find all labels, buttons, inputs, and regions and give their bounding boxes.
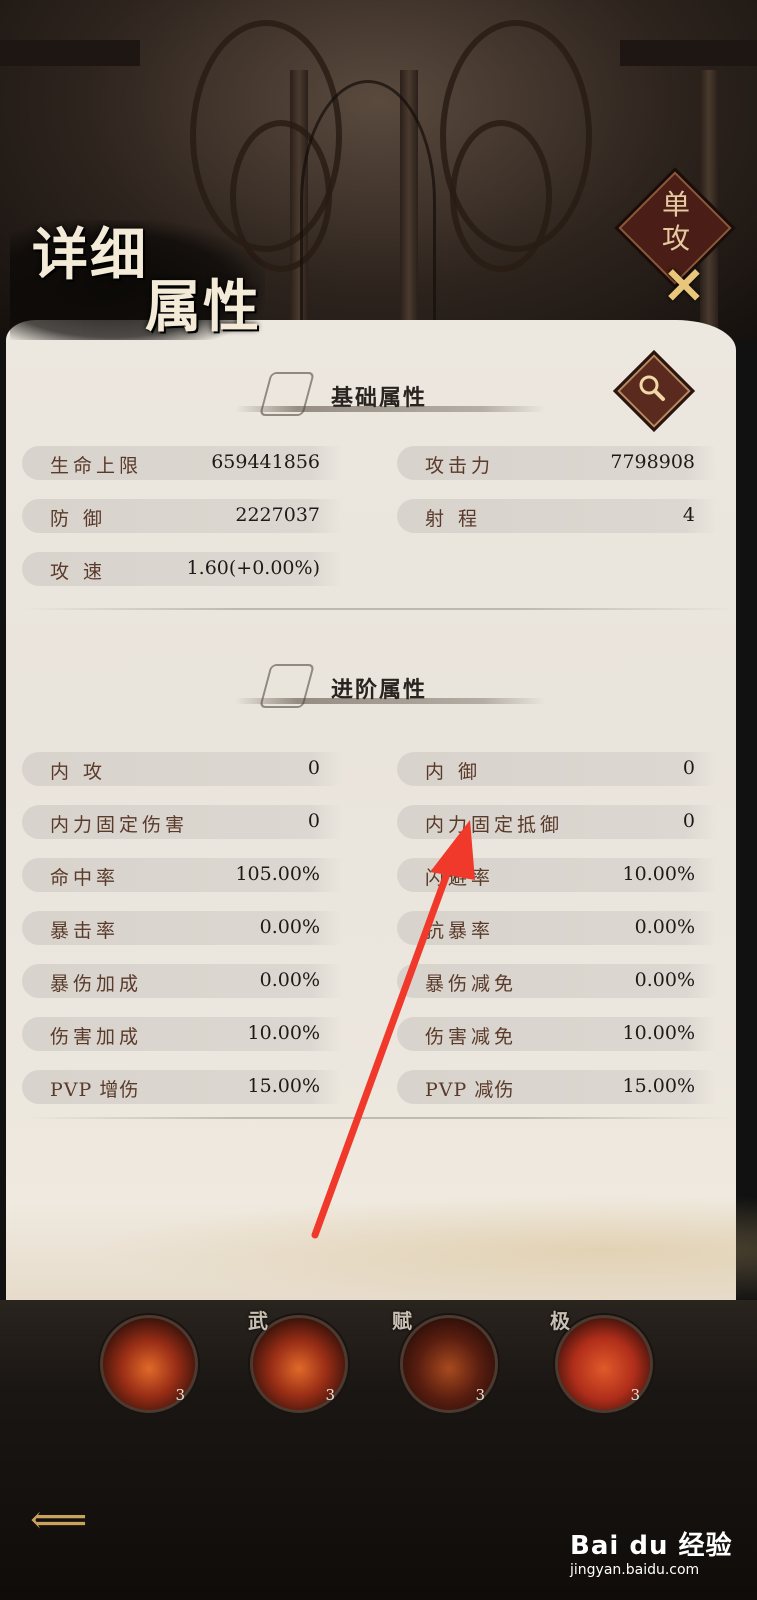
stat-label: 暴伤加成 [50, 973, 143, 995]
stat-row: 命中率 105.00% [22, 858, 342, 892]
stat-row: 内 御 0 [397, 752, 717, 786]
stat-row: 暴击率 0.00% [22, 911, 342, 945]
stat-value: 15.00% [622, 1075, 695, 1097]
stat-value: 4 [682, 504, 695, 526]
back-arrow-icon[interactable]: ⟸ [30, 1500, 90, 1540]
title-line-2: 属性 [145, 274, 261, 340]
stat-value: 10.00% [622, 863, 695, 885]
stat-row: 闪避率 10.00% [397, 858, 717, 892]
stat-label: 攻击力 [425, 455, 495, 477]
title-line-1: 详细 [32, 222, 148, 288]
stat-row: 暴伤加成 0.00% [22, 964, 342, 998]
stat-value: 0.00% [634, 969, 695, 991]
skill-tag: 武 [248, 1309, 268, 1333]
stat-value: 1.60(+0.00%) [186, 557, 320, 579]
gold-wave-decoration [0, 1185, 757, 1315]
stat-value: 0 [682, 810, 695, 832]
page-title: 详细 属性 [10, 200, 270, 340]
stat-value: 15.00% [247, 1075, 320, 1097]
stat-row: 攻 速 1.60(+0.00%) [22, 552, 342, 586]
roof-right [620, 40, 757, 66]
divider [22, 1117, 734, 1119]
skill-level: 3 [175, 1386, 185, 1404]
skill-tag: 赋 [392, 1309, 412, 1333]
skill-icon[interactable]: 3 [400, 1315, 498, 1413]
stat-label: 抗暴率 [425, 920, 495, 942]
skill-tag: 极 [550, 1309, 570, 1333]
stat-value: 0.00% [259, 969, 320, 991]
watermark-url: jingyan.baidu.com [570, 1562, 700, 1578]
stat-row: 生命上限 659441856 [22, 446, 342, 480]
stat-label: 内力固定抵御 [425, 814, 564, 836]
stat-label: 内力固定伤害 [50, 814, 189, 836]
stat-label: PVP 增伤 [50, 1079, 140, 1101]
watermark: Bai du 经验 jingyan.baidu.com [570, 1525, 750, 1585]
divider [22, 608, 734, 610]
mode-stamp-text: 单 攻 [656, 188, 696, 256]
stat-value: 659441856 [211, 451, 320, 473]
stat-row: 暴伤减免 0.00% [397, 964, 717, 998]
stamp-char-1: 单 [661, 188, 690, 221]
stat-label: 伤害加成 [50, 1026, 143, 1048]
stamp-char-2: 攻 [661, 222, 690, 255]
advanced-section-title: 进阶属性 [331, 677, 428, 703]
stat-value: 0 [307, 757, 320, 779]
stat-value: 0 [307, 810, 320, 832]
stat-row: 射 程 4 [397, 499, 717, 533]
search-icon[interactable] [634, 370, 670, 406]
skill-level: 3 [325, 1386, 335, 1404]
stat-label: 暴击率 [50, 920, 120, 942]
stat-label: 防 御 [50, 508, 107, 530]
doorway [300, 80, 436, 323]
stat-value: 7798908 [610, 451, 695, 473]
stat-value: 10.00% [247, 1022, 320, 1044]
watermark-brand: Bai du 经验 [570, 1531, 733, 1561]
basic-section-header: 基础属性 [235, 372, 565, 426]
stat-label: 生命上限 [50, 455, 143, 477]
stat-label: 伤害减免 [425, 1026, 518, 1048]
stat-value: 10.00% [622, 1022, 695, 1044]
stat-row: 伤害加成 10.00% [22, 1017, 342, 1051]
basic-section-title: 基础属性 [331, 385, 428, 411]
stat-value: 0.00% [259, 916, 320, 938]
close-icon[interactable]: ✕ [660, 261, 708, 311]
stat-value: 0.00% [634, 916, 695, 938]
roof-left [0, 40, 140, 66]
stat-label: 闪避率 [425, 867, 495, 889]
stat-label: 射 程 [425, 508, 482, 530]
stat-row: PVP 增伤 15.00% [22, 1070, 342, 1104]
stat-value: 0 [682, 757, 695, 779]
stat-label: PVP 减伤 [425, 1079, 515, 1101]
skill-icon[interactable]: 3 [100, 1315, 198, 1413]
skill-level: 3 [630, 1386, 640, 1404]
stat-label: 内 御 [425, 761, 482, 783]
stat-row: 攻击力 7798908 [397, 446, 717, 480]
stat-row: 防 御 2227037 [22, 499, 342, 533]
stat-label: 内 攻 [50, 761, 107, 783]
swirl-ornament [450, 120, 552, 272]
stat-row: 内力固定伤害 0 [22, 805, 342, 839]
advanced-section-header: 进阶属性 [235, 664, 565, 718]
stat-row: 抗暴率 0.00% [397, 911, 717, 945]
stat-row: 伤害减免 10.00% [397, 1017, 717, 1051]
stat-label: 命中率 [50, 867, 120, 889]
stat-value: 105.00% [235, 863, 320, 885]
stat-row: 内力固定抵御 0 [397, 805, 717, 839]
stat-row: 内 攻 0 [22, 752, 342, 786]
stat-label: 暴伤减免 [425, 973, 518, 995]
skill-level: 3 [475, 1386, 485, 1404]
stat-row: PVP 减伤 15.00% [397, 1070, 717, 1104]
stat-value: 2227037 [235, 504, 320, 526]
stat-label: 攻 速 [50, 561, 107, 583]
